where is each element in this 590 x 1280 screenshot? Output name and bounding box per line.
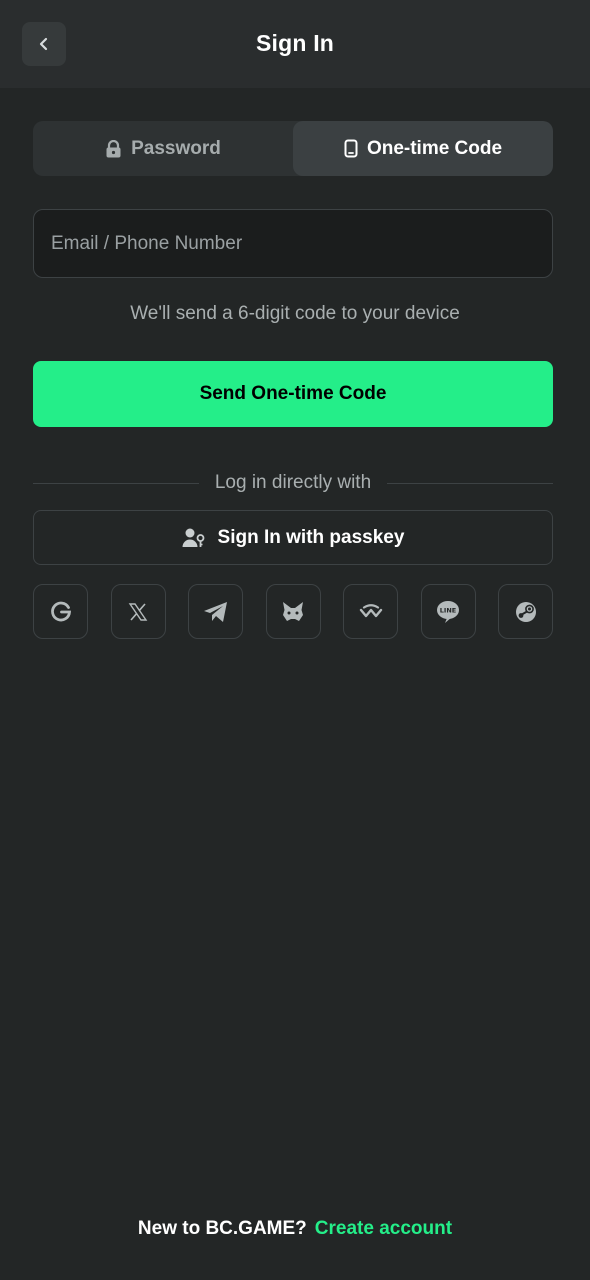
passkey-signin-button[interactable]: Sign In with passkey	[33, 510, 553, 565]
page-title: Sign In	[255, 30, 335, 56]
send-code-button[interactable]: Send One-time Code	[33, 361, 553, 427]
metamask-icon	[283, 601, 303, 621]
divider-line-left	[33, 482, 199, 484]
signup-question: New to BC.GAME?	[137, 1218, 307, 1239]
identifier-field-wrapper	[33, 209, 553, 278]
passkey-user-icon	[182, 528, 204, 547]
line-login-button[interactable]: LINE	[420, 584, 476, 639]
tab-one-time-code-label: One-time Code	[366, 137, 503, 159]
steam-login-button[interactable]	[498, 584, 553, 639]
telegram-icon	[203, 601, 227, 622]
passkey-label: Sign In with passkey	[217, 526, 405, 548]
walletconnect-login-button[interactable]	[343, 584, 398, 639]
tab-password[interactable]: Password	[33, 121, 293, 176]
tab-one-time-code[interactable]: One-time Code	[293, 121, 553, 176]
line-icon: LINE	[437, 600, 459, 623]
alt-login-divider: Log in directly with	[33, 470, 554, 496]
x-login-button[interactable]	[110, 584, 166, 639]
lock-icon	[106, 139, 121, 157]
email-phone-input[interactable]	[34, 210, 552, 277]
code-hint-text: We'll send a 6-digit code to your device	[130, 303, 460, 324]
phone-icon	[344, 139, 358, 158]
header-bar: Sign In	[0, 0, 590, 88]
social-login-row: LINE	[33, 584, 553, 639]
metamask-login-button[interactable]	[265, 584, 321, 639]
telegram-login-button[interactable]	[188, 584, 243, 639]
divider-line-right	[387, 482, 554, 484]
google-icon	[50, 601, 71, 621]
tab-password-label: Password	[131, 137, 221, 159]
create-account-link[interactable]: Create account	[315, 1218, 452, 1239]
signup-prompt: New to BC.GAME? Create account	[0, 1218, 590, 1240]
google-login-button[interactable]	[33, 584, 88, 639]
login-method-tabs: Password One-time Code	[33, 121, 553, 176]
x-icon	[128, 602, 148, 621]
steam-icon	[515, 601, 536, 622]
walletconnect-icon	[359, 603, 382, 617]
svg-text:LINE: LINE	[440, 606, 456, 614]
divider-text: Log in directly with	[214, 472, 372, 493]
